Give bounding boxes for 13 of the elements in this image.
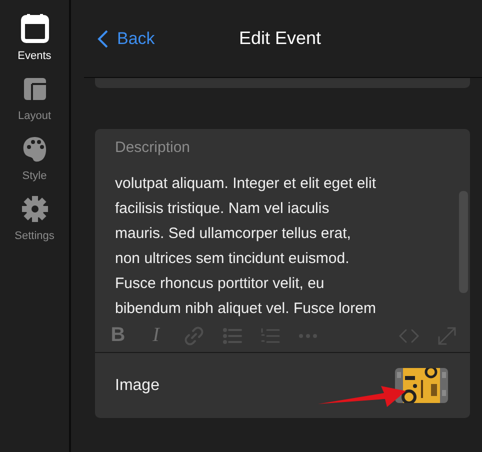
sidebar-item[interactable]: Settings: [2, 192, 68, 242]
description-text: volutpat aliquam. Integer et elit eget elit facilisis tristique. Nam vel iaculis mauris. Sed ullamcorper tellus erat, non ultrices sem tincidunt euismod. Fusce rhoncus porttitor velit, eu bibendum nibh aliquet vel. Fusce lorem: [115, 174, 377, 319]
sidebar-item[interactable]: Style: [2, 132, 68, 182]
image-label: Image: [115, 376, 160, 394]
link-icon: [183, 324, 205, 346]
sidebar-item[interactable]: Layout: [2, 72, 68, 122]
expand-icon: [436, 324, 458, 346]
page-title: Edit Event: [239, 28, 322, 49]
chevron-left-icon: [97, 28, 109, 48]
field-label: Description: [115, 139, 192, 156]
more-icon: [297, 332, 319, 338]
sidebar-item[interactable]: Events: [2, 12, 68, 62]
back-button[interactable]: Back: [84, 28, 155, 48]
